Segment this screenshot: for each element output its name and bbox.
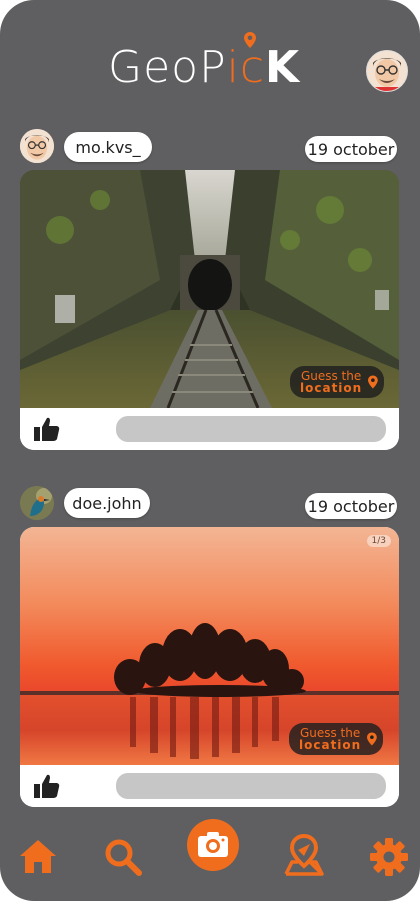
username-label: mo.kvs_ <box>75 137 141 157</box>
username-chip[interactable]: doe.john <box>64 488 150 518</box>
post-card: Guess the location <box>20 170 399 450</box>
image-counter: 1/3 <box>366 535 391 547</box>
counter-label: 1/3 <box>371 536 386 546</box>
search-icon[interactable] <box>104 838 142 876</box>
guess-line2: location <box>300 381 363 395</box>
post-author-avatar[interactable] <box>20 129 54 163</box>
date-label: 19 october <box>307 139 395 159</box>
logo-pin-icon <box>244 32 256 48</box>
logo-text-k: K <box>265 42 301 93</box>
guess-location-button[interactable]: Guess the location <box>289 723 383 755</box>
location-pin-icon <box>368 375 378 389</box>
map-pin-icon[interactable] <box>284 834 324 876</box>
comment-input[interactable] <box>116 416 386 442</box>
post-actions <box>20 765 399 807</box>
user-avatar-icon <box>20 129 54 163</box>
home-icon[interactable] <box>19 838 57 874</box>
camera-icon <box>198 832 228 857</box>
post-actions <box>20 408 399 450</box>
settings-icon[interactable] <box>369 837 409 877</box>
logo-text-geo: GeoP <box>108 42 227 93</box>
profile-avatar[interactable] <box>366 50 408 92</box>
location-pin-icon <box>367 732 377 746</box>
post-date: 19 october <box>305 493 397 519</box>
bird-avatar-icon <box>20 486 54 520</box>
date-label: 19 october <box>307 496 395 516</box>
logo-text-ic: ic <box>226 42 266 93</box>
username-chip[interactable]: mo.kvs_ <box>64 132 152 162</box>
guess-location-button[interactable]: Guess the location <box>290 366 384 398</box>
app-logo: GeoP ic K <box>108 32 301 98</box>
camera-button[interactable] <box>187 819 239 871</box>
post-card: 1/3 Guess the location <box>20 527 399 807</box>
guess-line2: location <box>299 738 362 752</box>
thumbs-up-icon[interactable] <box>34 774 60 798</box>
app-screen: GeoP ic K mo.kvs_ 19 october Guess the l… <box>0 0 420 901</box>
thumbs-up-icon[interactable] <box>34 417 60 441</box>
username-label: doe.john <box>72 493 142 513</box>
post-author-avatar[interactable] <box>20 486 54 520</box>
user-avatar-icon <box>367 51 407 91</box>
post-date: 19 october <box>305 136 397 162</box>
comment-input[interactable] <box>116 773 386 799</box>
